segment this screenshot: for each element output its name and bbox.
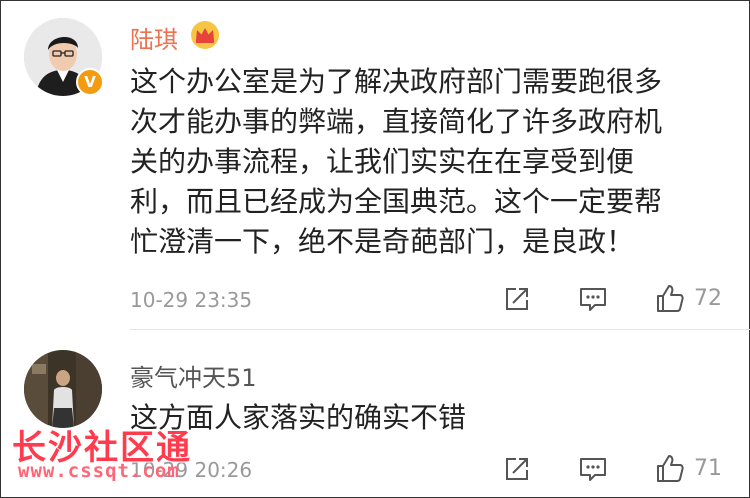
comment-bubble-icon: [580, 288, 606, 311]
share-button[interactable]: [502, 284, 532, 314]
watermark-url: www.cssqt.com: [18, 460, 180, 482]
comment-timestamp: 10-29 23:35: [130, 288, 253, 312]
comment-text-line: 忙澄清一下，绝不是奇葩部门，是良政！: [130, 225, 635, 258]
watermark: 长沙社区通 www.cssqt.com: [12, 420, 192, 482]
avatar[interactable]: [24, 350, 102, 428]
comment-bubble-icon: [580, 458, 606, 481]
thumbs-up-icon: [657, 285, 684, 312]
like-button[interactable]: 71: [654, 452, 722, 484]
comment-text-line: 利，而且已经成为全国典范。这个一定要帮: [130, 185, 663, 218]
comment-text-line: 这方面人家落实的确实不错: [130, 401, 467, 434]
like-count: 71: [694, 455, 722, 481]
like-count: 72: [694, 285, 722, 311]
comment-text-line: 关的办事流程，让我们实实在在享受到便: [130, 145, 635, 178]
share-button[interactable]: [502, 454, 532, 484]
share-icon: [506, 288, 528, 310]
comment-username[interactable]: 豪气冲天51: [130, 358, 257, 393]
comment-text-line: 这个办公室是为了解决政府部门需要跑很多: [130, 65, 663, 98]
thumbs-up-icon: [657, 455, 684, 482]
comment-text-line: 次才能办事的弊端，直接简化了许多政府机: [130, 105, 663, 138]
comment-item: V 陆琪 这个办公室是为了解决政府部门需要跑很多 次才能办事的弊端，直接简化了许…: [0, 0, 750, 330]
comment-text: 这个办公室是为了解决政府部门需要跑很多 次才能办事的弊端，直接简化了许多政府机 …: [130, 62, 730, 262]
crown-icon: [190, 20, 220, 54]
share-icon: [506, 458, 528, 480]
reply-button[interactable]: [578, 284, 608, 314]
comment-text: 这方面人家落实的确实不错: [130, 398, 730, 438]
verified-badge-icon: V: [76, 68, 104, 96]
comment-username[interactable]: 陆琪: [130, 20, 178, 55]
reply-button[interactable]: [578, 454, 608, 484]
like-button[interactable]: 72: [654, 282, 722, 314]
